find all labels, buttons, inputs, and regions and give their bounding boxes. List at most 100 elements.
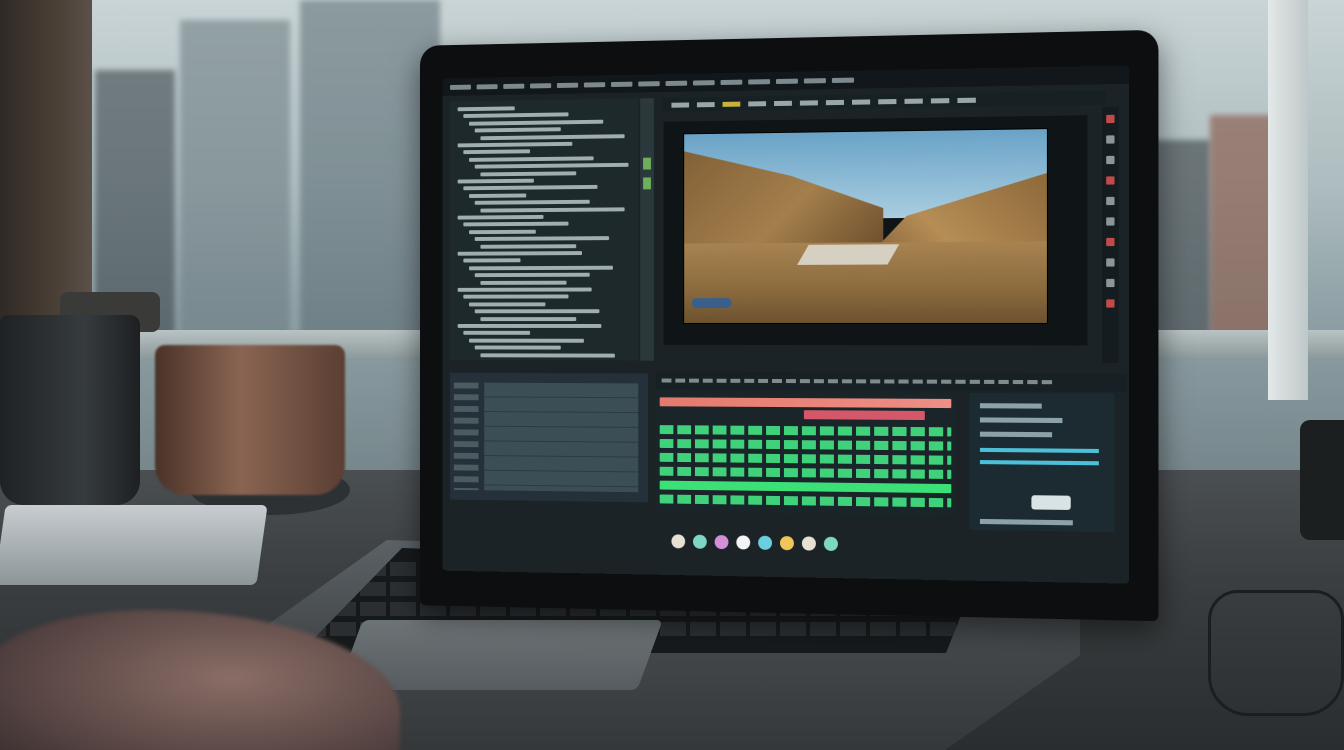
app-icon[interactable] [758, 535, 773, 550]
app-icon[interactable] [823, 536, 838, 552]
tool-icon[interactable] [1106, 176, 1115, 185]
tool-icon[interactable] [825, 99, 844, 105]
timeline-clip[interactable] [659, 480, 952, 494]
menu-item[interactable] [831, 77, 855, 83]
app-icon[interactable] [692, 534, 707, 549]
code-line [480, 133, 625, 140]
laptop-screen [442, 65, 1130, 584]
tool-icon[interactable] [1106, 237, 1115, 247]
code-line [457, 287, 592, 292]
right-toolbar[interactable] [1101, 106, 1119, 363]
timeline-clip[interactable] [659, 438, 952, 451]
scroll-thumb[interactable] [643, 177, 651, 190]
code-line [469, 119, 604, 126]
inspector-button[interactable] [1031, 495, 1071, 511]
ruler-tick [1027, 380, 1038, 385]
app-icon[interactable] [736, 535, 751, 550]
menu-item[interactable] [611, 81, 633, 87]
tool-icon[interactable] [748, 100, 767, 106]
ruler-tick [841, 379, 853, 384]
viewer-toolbar[interactable] [661, 90, 1107, 112]
preview-image [683, 128, 1048, 325]
ruler-tick [716, 378, 727, 383]
timeline-ruler[interactable] [655, 371, 1128, 392]
code-line [457, 141, 573, 148]
code-line [469, 338, 584, 343]
tool-icon[interactable] [1106, 299, 1115, 308]
code-line [463, 112, 569, 119]
tool-icon[interactable] [722, 101, 741, 107]
dock[interactable] [664, 528, 1127, 562]
app-icon[interactable] [714, 535, 729, 550]
tool-icon[interactable] [852, 98, 871, 105]
inspector-panel[interactable] [969, 392, 1115, 533]
eyeglasses [1208, 590, 1344, 716]
tool-icon[interactable] [1106, 135, 1115, 144]
window-frame-right [1268, 0, 1308, 400]
code-panel[interactable] [450, 98, 639, 361]
menu-item[interactable] [476, 83, 498, 89]
brown-cups [155, 345, 345, 495]
code-line [457, 251, 582, 256]
ruler-tick [730, 378, 741, 383]
audio-panel[interactable] [450, 372, 648, 503]
menu-item[interactable] [583, 81, 606, 87]
tool-icon[interactable] [671, 101, 690, 108]
dark-mug [0, 315, 140, 505]
menu-item[interactable] [665, 80, 688, 86]
code-scrollbar[interactable] [640, 98, 654, 361]
app-icon[interactable] [801, 536, 816, 551]
menu-item[interactable] [720, 79, 743, 85]
menu-item[interactable] [748, 78, 771, 85]
tool-icon[interactable] [957, 97, 976, 103]
code-line [463, 149, 531, 155]
inspector-row [979, 518, 1073, 526]
preview-viewer[interactable] [663, 115, 1088, 346]
inspector-slider[interactable] [979, 447, 1099, 454]
menu-item[interactable] [776, 78, 798, 84]
tool-icon[interactable] [799, 99, 818, 106]
tool-icon[interactable] [1106, 258, 1115, 267]
tool-icon[interactable] [904, 98, 923, 104]
timeline-clip[interactable] [659, 397, 952, 409]
ruler-tick [1041, 380, 1053, 385]
audio-channel-strip[interactable] [453, 382, 479, 491]
timeline-clip[interactable] [659, 466, 952, 479]
tool-icon[interactable] [1106, 278, 1115, 288]
app-icon[interactable] [779, 536, 794, 551]
code-line [463, 258, 521, 263]
ruler-tick [799, 379, 810, 384]
tool-icon[interactable] [1106, 217, 1115, 226]
scroll-thumb[interactable] [643, 157, 651, 170]
app-icon[interactable] [671, 534, 686, 549]
code-line [469, 229, 536, 234]
code-line [480, 316, 577, 321]
ruler-tick [898, 379, 909, 384]
code-line [480, 206, 625, 213]
inspector-row [979, 431, 1053, 438]
menu-item[interactable] [803, 77, 826, 84]
timeline-clip[interactable] [659, 494, 952, 508]
ruler-tick [702, 378, 713, 383]
timeline-clip[interactable] [803, 410, 925, 421]
tool-icon[interactable] [930, 97, 950, 103]
inspector-slider[interactable] [979, 460, 1099, 466]
code-line [457, 178, 534, 184]
menu-item[interactable] [638, 80, 660, 87]
ruler-tick [912, 379, 923, 384]
menu-item[interactable] [450, 84, 471, 90]
timeline-clip[interactable] [659, 425, 952, 437]
timeline[interactable] [655, 393, 956, 517]
menu-item[interactable] [503, 83, 525, 89]
tool-icon[interactable] [696, 101, 715, 107]
record-icon[interactable] [1106, 114, 1115, 124]
ruler-tick [1012, 379, 1024, 385]
tool-icon[interactable] [1106, 196, 1115, 206]
menu-item[interactable] [530, 82, 552, 88]
timeline-clip[interactable] [659, 452, 952, 465]
tool-icon[interactable] [1106, 155, 1115, 165]
tool-icon[interactable] [878, 98, 897, 104]
tool-icon[interactable] [774, 100, 792, 106]
menu-item[interactable] [556, 82, 579, 88]
menu-item[interactable] [692, 79, 715, 86]
